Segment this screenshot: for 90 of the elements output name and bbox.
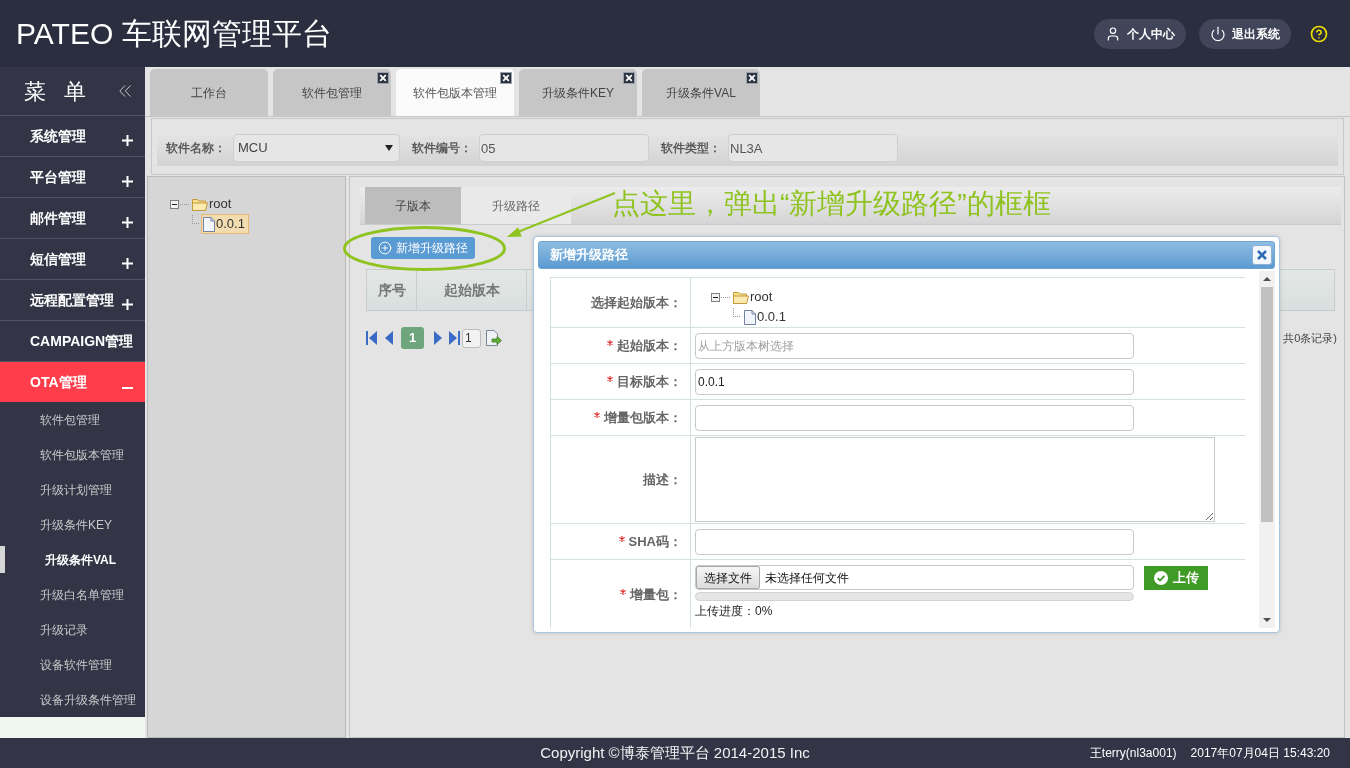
field-label: 软件编号： bbox=[412, 140, 473, 157]
menu-item[interactable]: 升级白名单管理 bbox=[0, 577, 145, 612]
connector-line bbox=[733, 308, 740, 317]
connector-line bbox=[192, 215, 199, 224]
file-field[interactable]: 选择文件 未选择任何文件 bbox=[695, 565, 1134, 590]
close-button[interactable] bbox=[1252, 245, 1272, 265]
field-label: 目标版本： bbox=[617, 372, 682, 391]
first-page-icon[interactable] bbox=[366, 331, 377, 345]
previous-page-icon[interactable] bbox=[385, 331, 393, 345]
user-icon bbox=[1105, 25, 1121, 42]
menu-item[interactable]: 设备软件管理 bbox=[0, 647, 145, 682]
user-name: 王terry(nl3a001) bbox=[1089, 745, 1177, 762]
close-icon bbox=[1257, 250, 1267, 260]
app-title: PATEO 车联网管理平台 bbox=[16, 16, 332, 52]
progress-label: 上传进度：0% bbox=[695, 604, 774, 618]
tree-item[interactable]: 0.0.1 bbox=[201, 214, 249, 234]
input-field[interactable]: 05 bbox=[479, 134, 649, 162]
field-label: SHA码： bbox=[628, 532, 682, 551]
scrollbar[interactable] bbox=[1259, 271, 1275, 628]
minus-box-icon[interactable] bbox=[170, 199, 179, 209]
upload-button[interactable]: 上传 bbox=[1144, 565, 1208, 590]
menu-item[interactable]: 升级条件VAL bbox=[0, 542, 145, 577]
next-page-icon[interactable] bbox=[434, 331, 442, 345]
file-status-text: 未选择任何文件 bbox=[765, 569, 849, 587]
input-field[interactable] bbox=[695, 404, 1134, 431]
input-field[interactable]: 0.0.1 bbox=[695, 368, 1134, 395]
menu-item[interactable]: 设备升级条件管理 bbox=[0, 682, 145, 717]
plus-icon bbox=[122, 298, 133, 310]
plus-icon bbox=[122, 257, 133, 269]
column-header: 起始版本 bbox=[417, 270, 527, 310]
column-header: 序号 bbox=[367, 270, 417, 310]
dialog-title: 新增升级路径 bbox=[550, 246, 628, 265]
close-icon[interactable] bbox=[377, 72, 389, 84]
check-circle-icon bbox=[1153, 570, 1168, 585]
power-icon bbox=[1210, 25, 1226, 42]
menu-item[interactable]: 升级记录 bbox=[0, 612, 145, 647]
field-label: 软件类型： bbox=[661, 140, 722, 157]
connector-line bbox=[721, 296, 730, 298]
tree-item[interactable]: root bbox=[190, 194, 236, 214]
double-chevron-left-icon[interactable] bbox=[119, 85, 131, 97]
folder-icon bbox=[192, 197, 208, 211]
sidebar-title: 菜 单 bbox=[24, 77, 93, 106]
input-field[interactable]: 从上方版本树选择 bbox=[695, 332, 1134, 359]
help-icon[interactable] bbox=[1310, 24, 1328, 43]
tab[interactable]: 升级条件KEY bbox=[519, 69, 637, 116]
field-label: 起始版本： bbox=[617, 336, 682, 355]
input-field[interactable]: NL3A bbox=[728, 134, 898, 162]
profile-button[interactable]: 个人中心 bbox=[1094, 18, 1186, 49]
connector-line bbox=[180, 203, 189, 205]
tab[interactable]: 工作台 bbox=[150, 69, 268, 116]
close-icon[interactable] bbox=[746, 72, 758, 84]
close-icon[interactable] bbox=[623, 72, 635, 84]
file-icon bbox=[203, 216, 215, 232]
field-label: 软件名称： bbox=[166, 140, 227, 157]
plus-icon bbox=[122, 175, 133, 187]
field-label: 选择起始版本： bbox=[591, 293, 682, 312]
minus-icon bbox=[122, 387, 133, 389]
menu-item[interactable]: 升级计划管理 bbox=[0, 472, 145, 507]
tab[interactable]: 软件包管理 bbox=[273, 69, 391, 116]
subtab[interactable]: 子版本 bbox=[365, 187, 461, 224]
page-input[interactable]: 1 bbox=[462, 328, 481, 348]
tab[interactable]: 软件包版本管理 bbox=[396, 69, 514, 116]
document-arrow-icon[interactable] bbox=[485, 329, 502, 347]
plus-circle-icon bbox=[378, 241, 392, 255]
minus-box-icon[interactable] bbox=[711, 292, 720, 302]
choose-file-button[interactable]: 选择文件 bbox=[696, 566, 760, 589]
caret-icon bbox=[385, 145, 393, 151]
annotation-text: 点这里，弹出“新增升级路径”的框框 bbox=[612, 187, 1051, 221]
last-page-icon[interactable] bbox=[449, 331, 460, 345]
select-field[interactable]: MCU bbox=[233, 134, 400, 162]
copyright-text: Copyright ©博泰管理平台 2014-2015 Inc bbox=[540, 742, 810, 763]
scrollbar-thumb[interactable] bbox=[1261, 287, 1273, 522]
menu-item[interactable]: 升级条件KEY bbox=[0, 507, 145, 542]
record-summary: 共0条记录) bbox=[1283, 330, 1337, 346]
input-field[interactable] bbox=[695, 528, 1134, 555]
plus-icon bbox=[122, 216, 133, 228]
tree-item[interactable]: 0.0.1 bbox=[742, 307, 790, 327]
field-label: 描述： bbox=[643, 470, 682, 489]
date-time: 2017年07月04日 15:43:20 bbox=[1190, 745, 1330, 762]
menu-item[interactable]: 软件包管理 bbox=[0, 402, 145, 437]
folder-icon bbox=[733, 290, 749, 304]
file-icon bbox=[744, 309, 756, 325]
menu-item[interactable]: 软件包版本管理 bbox=[0, 437, 145, 472]
plus-icon bbox=[122, 134, 133, 146]
tree-item[interactable]: root bbox=[731, 287, 777, 307]
close-icon[interactable] bbox=[500, 72, 512, 84]
logout-button[interactable]: 退出系统 bbox=[1199, 18, 1291, 49]
field-label: 增量包版本： bbox=[604, 408, 682, 427]
tab[interactable]: 升级条件VAL bbox=[642, 69, 760, 116]
field-label: 增量包： bbox=[630, 585, 682, 604]
